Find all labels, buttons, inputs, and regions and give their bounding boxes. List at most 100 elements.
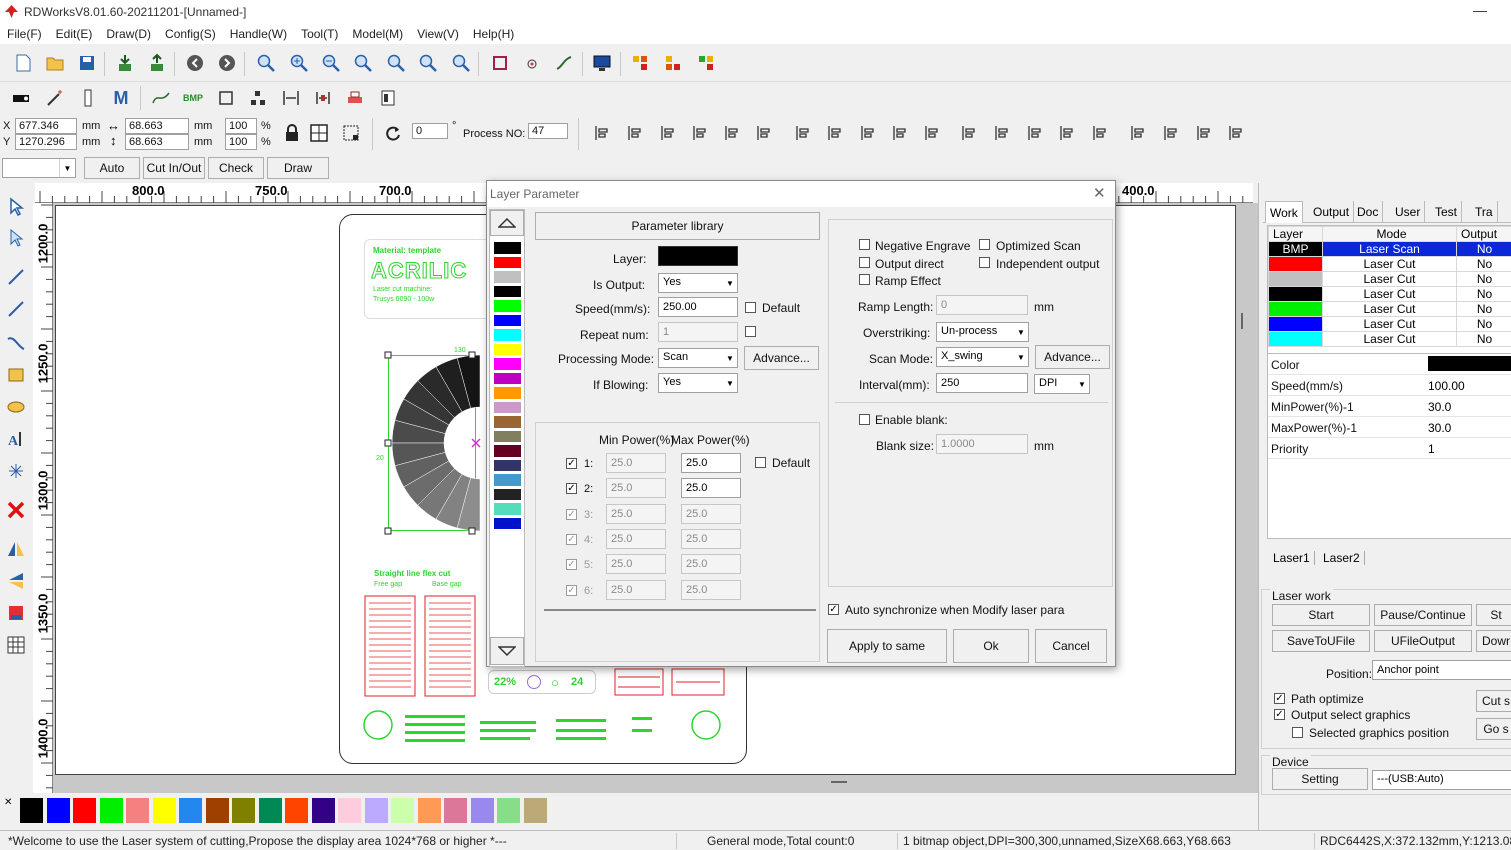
color-swatch[interactable] — [258, 798, 282, 823]
power-default-checkbox[interactable] — [755, 457, 766, 468]
top-right-icon[interactable] — [989, 120, 1015, 146]
grid-icon[interactable] — [306, 120, 332, 146]
align-center-v-icon[interactable] — [751, 120, 777, 146]
layer-output-cell[interactable]: No — [1456, 316, 1511, 332]
download-button[interactable]: Dowr — [1476, 630, 1511, 652]
layer-color-list[interactable] — [489, 209, 525, 667]
max-power-input[interactable]: 25.0 — [681, 579, 741, 600]
same-height-icon[interactable] — [822, 120, 848, 146]
blank-size-input[interactable]: 1.0000 — [936, 434, 1028, 454]
property-value[interactable]: 100.00 — [1428, 379, 1511, 393]
speed-input[interactable]: 250.00 — [658, 297, 738, 317]
color-swatch[interactable] — [364, 798, 388, 823]
array-copy3-icon[interactable] — [693, 50, 719, 76]
layer-color-cell[interactable] — [1268, 301, 1323, 317]
layer-color-item[interactable] — [493, 357, 522, 371]
process-no-field[interactable]: 47 — [528, 123, 568, 139]
optimized-scan-checkbox[interactable] — [979, 239, 990, 250]
no-color-icon[interactable]: ✕ — [4, 797, 12, 808]
monitor-icon[interactable] — [589, 50, 615, 76]
min-power-input[interactable]: 25.0 — [606, 503, 666, 524]
color-swatch[interactable] — [338, 798, 361, 823]
layer-color-item[interactable] — [493, 313, 522, 327]
selected-position-checkbox[interactable] — [1292, 727, 1303, 738]
advance-button[interactable]: Advance... — [744, 346, 819, 370]
chevron-down-icon[interactable]: ▼ — [1013, 348, 1029, 366]
undo-icon[interactable] — [182, 50, 208, 76]
ok-button[interactable]: Ok — [953, 629, 1029, 663]
layer-color-item[interactable] — [493, 342, 522, 356]
redo-icon[interactable] — [214, 50, 240, 76]
m-tool-icon[interactable]: M — [108, 85, 134, 111]
layer-mode-cell[interactable]: Laser Cut — [1322, 316, 1457, 332]
layer-color-cell[interactable] — [1268, 256, 1323, 272]
center-h-icon[interactable] — [855, 120, 881, 146]
max-power-input[interactable]: 25.0 — [681, 478, 741, 499]
chevron-down-icon[interactable]: ▼ — [722, 374, 738, 392]
menu-item[interactable]: Draw(D) — [99, 24, 158, 41]
scroll-grip[interactable] — [1241, 313, 1243, 329]
check-button[interactable]: Check — [208, 157, 264, 179]
cancel-button[interactable]: Cancel — [1035, 629, 1107, 663]
smooth-curve-icon[interactable] — [148, 85, 174, 111]
layer-row[interactable]: Laser Cut No — [1268, 286, 1511, 302]
draw-button[interactable]: Draw — [267, 157, 329, 179]
min-power-input[interactable]: 25.0 — [606, 453, 666, 473]
color-swatch[interactable] — [73, 798, 96, 823]
ellipse-tool-icon[interactable] — [3, 394, 29, 420]
align-bottom-icon[interactable] — [687, 120, 713, 146]
tab-doc[interactable]: Doc — [1353, 201, 1384, 223]
bmp-icon[interactable]: BMP — [180, 85, 206, 111]
ufile-output-button[interactable]: UFileOutput — [1374, 630, 1472, 652]
device-port-select[interactable]: ---(USB:Auto) — [1372, 770, 1511, 790]
min-power-input[interactable]: 25.0 — [606, 478, 666, 499]
curve-edit-icon[interactable] — [551, 50, 577, 76]
zoom-page-icon[interactable] — [350, 50, 376, 76]
ruler-icon[interactable] — [75, 85, 101, 111]
device-setting-button[interactable]: Setting — [1272, 768, 1368, 790]
layer-color-cell[interactable] — [1268, 331, 1323, 347]
color-swatch[interactable] — [126, 798, 149, 823]
group-icon[interactable] — [245, 85, 271, 111]
print-icon[interactable] — [342, 85, 368, 111]
mirror-h-icon[interactable] — [3, 536, 29, 562]
min-power-input[interactable]: 25.0 — [606, 528, 666, 549]
max-power-input[interactable]: 25.0 — [681, 528, 741, 549]
layer-color-item[interactable] — [493, 502, 522, 516]
scroll-up-button[interactable] — [490, 210, 524, 236]
zoom-window-icon[interactable] — [448, 50, 474, 76]
save-to-ufile-button[interactable]: SaveToUFile — [1272, 630, 1370, 652]
output-select-checkbox[interactable]: ✓ — [1274, 709, 1285, 720]
center-icon[interactable] — [919, 120, 945, 146]
select-arrow-icon[interactable] — [3, 194, 29, 220]
layer-color-item[interactable] — [493, 386, 522, 400]
array-grid-icon[interactable] — [3, 632, 29, 658]
start-button[interactable]: Start — [1272, 604, 1370, 626]
menu-item[interactable]: Edit(E) — [49, 24, 100, 41]
menu-item[interactable]: Model(M) — [345, 24, 410, 41]
laser-tab[interactable]: Laser2 — [1319, 551, 1365, 565]
layer-color-cell[interactable]: BMP — [1268, 241, 1323, 257]
color-swatch[interactable] — [232, 798, 255, 823]
close-icon[interactable]: ✕ — [1093, 184, 1106, 202]
scroll-down-button[interactable] — [490, 637, 524, 665]
layer-output-cell[interactable]: No — [1456, 271, 1511, 287]
layer-mode-cell[interactable]: Laser Scan — [1322, 241, 1457, 257]
minimize-button[interactable]: — — [1473, 2, 1487, 18]
rotate-icon[interactable] — [380, 120, 406, 146]
layer-row[interactable]: Laser Cut No — [1268, 316, 1511, 332]
layer-color-cell[interactable] — [1268, 271, 1323, 287]
auto-button[interactable]: Auto — [84, 157, 140, 179]
image-tool-icon[interactable] — [3, 600, 29, 626]
bottom-left-icon[interactable] — [1054, 120, 1080, 146]
anchor-icon[interactable] — [338, 120, 364, 146]
layer-row[interactable]: Laser Cut No — [1268, 301, 1511, 317]
zoom-out-icon[interactable] — [318, 50, 344, 76]
center-origin-icon[interactable] — [1087, 120, 1113, 146]
negative-engrave-checkbox[interactable] — [859, 239, 870, 250]
y-coordinate-field[interactable]: 1270.296 — [15, 134, 77, 150]
align-top-icon[interactable] — [655, 120, 681, 146]
mirror-v-icon[interactable] — [3, 568, 29, 594]
menu-item[interactable]: Tool(T) — [294, 24, 345, 41]
layer-color-cell[interactable] — [1268, 316, 1323, 332]
